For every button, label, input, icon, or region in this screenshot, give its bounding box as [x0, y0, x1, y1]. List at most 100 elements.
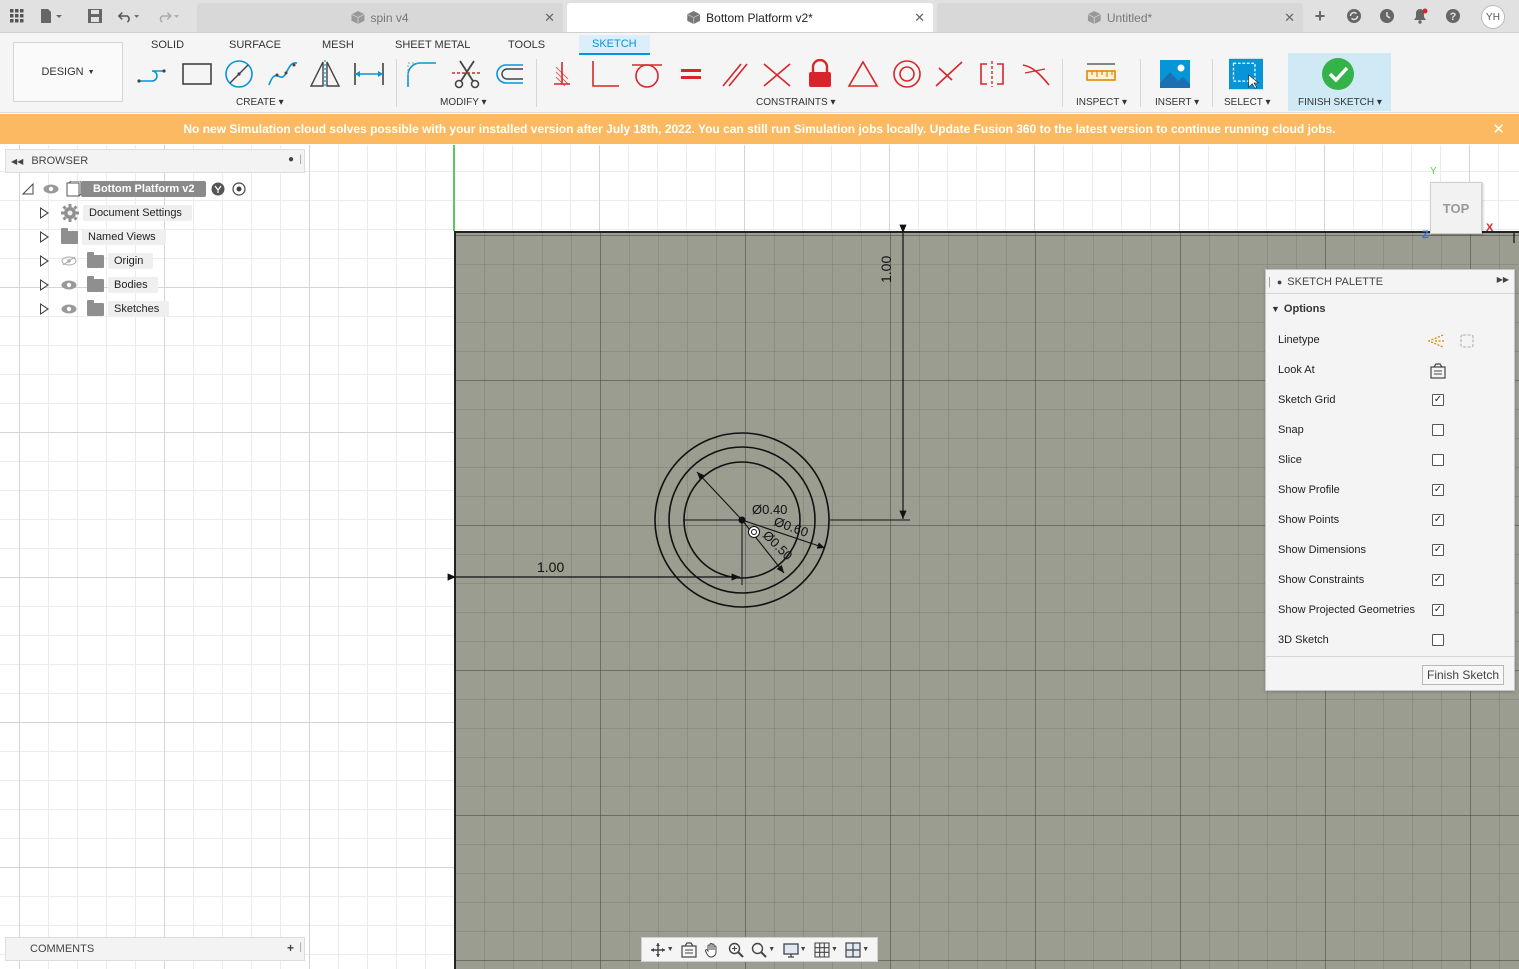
collapse-triangle-icon[interactable] — [22, 183, 34, 195]
tab-tools[interactable]: TOOLS — [508, 35, 545, 55]
show-profile-checkbox[interactable]: ✓ — [1432, 484, 1444, 496]
modify-menu[interactable]: MODIFY ▾ — [440, 97, 487, 108]
hidden-eye-icon[interactable] — [61, 256, 77, 266]
measure-ruler-icon[interactable] — [1084, 57, 1118, 91]
tree-item-sketches[interactable]: Sketches — [40, 299, 170, 319]
triangle-constraint-icon[interactable] — [846, 57, 880, 91]
close-tab-icon[interactable]: ✕ — [1284, 10, 1295, 26]
undo-icon[interactable] — [118, 5, 140, 27]
palette-expand-icon[interactable]: ▶▶ — [1497, 275, 1509, 284]
look-at-nav-icon[interactable] — [681, 941, 697, 958]
show-constraints-checkbox[interactable]: ✓ — [1432, 574, 1444, 586]
dimension-tool-icon[interactable] — [352, 57, 386, 91]
symmetry-constraint-icon[interactable] — [975, 57, 1009, 91]
tangent-constraint-icon[interactable] — [630, 57, 664, 91]
tree-item-document-settings[interactable]: Document Settings — [40, 203, 192, 223]
tree-item-bodies[interactable]: Bodies — [40, 275, 158, 295]
save-icon[interactable] — [84, 5, 106, 27]
expand-triangle-icon[interactable] — [40, 207, 49, 219]
inspect-menu[interactable]: INSPECT ▾ — [1076, 97, 1127, 108]
job-status-icon[interactable] — [1376, 5, 1398, 27]
tree-root-row[interactable]: Bottom Platform v2 — [22, 179, 247, 199]
tree-item-label[interactable]: Document Settings — [83, 205, 192, 221]
tab-solid[interactable]: SOLID — [151, 35, 184, 55]
tab-sheet-metal[interactable]: SHEET METAL — [395, 35, 470, 55]
fillet-tool-icon[interactable] — [405, 57, 439, 91]
equal-constraint-icon[interactable] — [674, 57, 708, 91]
midpoint-constraint-icon[interactable] — [932, 57, 966, 91]
close-banner-icon[interactable]: ✕ — [1492, 120, 1505, 138]
finish-sketch-menu[interactable]: FINISH SKETCH ▾ — [1298, 97, 1382, 108]
document-tab-spin[interactable]: spin v4 ✕ — [197, 3, 563, 32]
visibility-eye-icon[interactable] — [61, 304, 77, 314]
viewports-icon[interactable]: ▼ — [845, 941, 869, 958]
new-tab-icon[interactable]: + — [1309, 5, 1331, 27]
coincident-constraint-icon[interactable] — [545, 57, 579, 91]
display-settings-icon[interactable]: ▼ — [782, 942, 807, 958]
trim-scissors-icon[interactable] — [450, 57, 484, 91]
add-comment-icon[interactable]: + — [287, 941, 294, 955]
comments-resize-handle[interactable]: | — [299, 942, 302, 953]
3d-sketch-checkbox[interactable] — [1432, 634, 1444, 646]
finish-checkmark-icon[interactable] — [1321, 57, 1355, 91]
look-at-icon[interactable] — [1430, 363, 1446, 379]
file-menu-icon[interactable] — [40, 5, 62, 27]
orbit-icon[interactable]: ▼ — [650, 942, 674, 958]
spline-tool-icon[interactable] — [266, 57, 300, 91]
constraints-menu[interactable]: CONSTRAINTS ▾ — [756, 97, 835, 108]
insert-menu[interactable]: INSERT ▾ — [1155, 97, 1199, 108]
palette-drag-handle[interactable]: | — [1268, 276, 1271, 288]
offset-tool-icon[interactable] — [492, 57, 526, 91]
grid-settings-icon[interactable]: ▼ — [814, 941, 838, 958]
activate-radio-icon[interactable] — [232, 182, 247, 196]
construction-linetype-icon[interactable] — [1427, 333, 1445, 349]
user-avatar[interactable]: YH — [1481, 5, 1505, 29]
document-tab-untitled[interactable]: Untitled* ✕ — [937, 3, 1303, 32]
expand-triangle-icon[interactable] — [40, 303, 49, 315]
view-cube[interactable]: TOP — [1430, 182, 1482, 234]
horizontal-dimension-label[interactable]: 1.00 — [537, 559, 564, 575]
concentric-constraint-icon[interactable] — [890, 57, 924, 91]
circle-tool-icon[interactable] — [222, 57, 256, 91]
workspace-switcher[interactable]: DESIGN ▼ — [13, 42, 123, 102]
browser-minimize-icon[interactable]: ● — [288, 154, 294, 165]
tree-item-named-views[interactable]: Named Views — [40, 227, 166, 247]
show-points-checkbox[interactable]: ✓ — [1432, 514, 1444, 526]
app-grid-icon[interactable] — [6, 5, 28, 27]
select-window-icon[interactable] — [1229, 57, 1263, 91]
radio-target-icon[interactable] — [211, 182, 225, 196]
create-menu[interactable]: CREATE ▾ — [236, 97, 284, 108]
mirror-tool-icon[interactable] — [308, 57, 342, 91]
fix-lock-icon[interactable] — [803, 57, 837, 91]
browser-resize-handle[interactable]: | — [299, 154, 302, 165]
centerline-linetype-icon[interactable] — [1459, 333, 1475, 349]
tree-item-origin[interactable]: Origin — [40, 251, 154, 271]
fit-zoom-icon[interactable]: ▼ — [751, 942, 775, 958]
redo-icon[interactable] — [158, 5, 180, 27]
palette-minimize-icon[interactable]: ● — [1277, 277, 1282, 287]
snap-checkbox[interactable] — [1432, 424, 1444, 436]
select-menu[interactable]: SELECT ▾ — [1224, 97, 1271, 108]
finish-sketch-button[interactable]: Finish Sketch — [1422, 665, 1504, 685]
line-tool-icon[interactable] — [136, 57, 170, 91]
tree-item-label[interactable]: Named Views — [82, 229, 166, 245]
zoom-icon[interactable] — [728, 942, 744, 958]
curvature-constraint-icon[interactable] — [1019, 57, 1053, 91]
notifications-bell-icon[interactable] — [1409, 5, 1431, 27]
collapse-browser-icon[interactable]: ◀◀ — [11, 157, 23, 166]
vertical-dimension-label[interactable]: 1.00 — [878, 256, 894, 283]
section-collapse-icon[interactable]: ▼ — [1271, 304, 1280, 314]
close-tab-icon[interactable]: ✕ — [544, 10, 555, 26]
sketch-grid-checkbox[interactable]: ✓ — [1432, 394, 1444, 406]
perpendicular-constraint-icon[interactable] — [588, 57, 622, 91]
tree-root-label[interactable]: Bottom Platform v2 — [81, 181, 207, 197]
parallel-constraint-icon[interactable] — [718, 57, 752, 91]
close-tab-icon[interactable]: ✕ — [914, 10, 925, 26]
expand-triangle-icon[interactable] — [40, 255, 49, 267]
help-icon[interactable]: ? — [1442, 5, 1464, 27]
tab-surface[interactable]: SURFACE — [229, 35, 281, 55]
tree-item-label[interactable]: Origin — [108, 253, 154, 269]
insert-image-icon[interactable] — [1158, 57, 1192, 91]
tab-mesh[interactable]: MESH — [322, 35, 354, 55]
pan-hand-icon[interactable] — [704, 942, 720, 958]
